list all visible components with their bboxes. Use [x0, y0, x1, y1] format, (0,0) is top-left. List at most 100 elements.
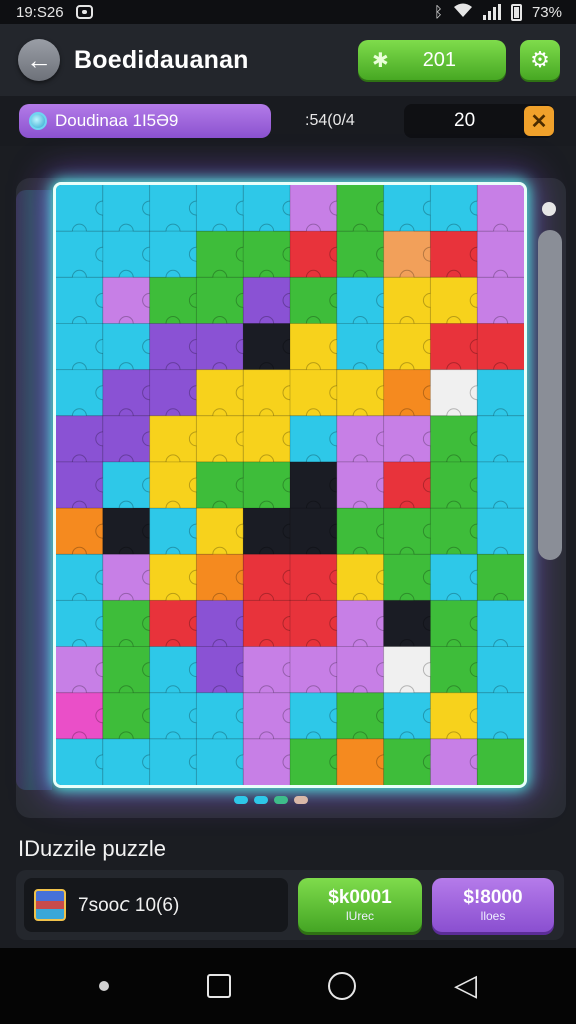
puzzle-piece[interactable]: [383, 415, 438, 470]
puzzle-piece[interactable]: [290, 738, 345, 785]
puzzle-piece[interactable]: [102, 508, 158, 562]
puzzle-piece[interactable]: [383, 185, 438, 239]
puzzle-piece[interactable]: [149, 415, 204, 470]
puzzle-piece[interactable]: [383, 277, 438, 331]
puzzle-piece[interactable]: [290, 185, 345, 239]
puzzle-piece[interactable]: [430, 415, 485, 470]
puzzle-piece[interactable]: [430, 185, 485, 239]
puzzle-grid[interactable]: [56, 185, 524, 785]
puzzle-piece[interactable]: [383, 231, 438, 285]
back-button[interactable]: ←: [18, 39, 60, 81]
puzzle-piece[interactable]: [290, 461, 345, 516]
puzzle-piece[interactable]: [336, 369, 392, 424]
puzzle-piece[interactable]: [149, 600, 204, 655]
puzzle-board[interactable]: [56, 185, 524, 785]
puzzle-piece[interactable]: [149, 692, 204, 747]
puzzle-piece[interactable]: [477, 692, 524, 747]
puzzle-piece[interactable]: [102, 738, 158, 785]
puzzle-piece[interactable]: [149, 369, 204, 424]
puzzle-piece[interactable]: [196, 461, 251, 516]
puzzle-piece[interactable]: [243, 231, 298, 285]
puzzle-piece[interactable]: [102, 415, 158, 470]
inventory-panel[interactable]: 7soo𝘤 10(6): [24, 878, 288, 932]
puzzle-piece[interactable]: [383, 369, 438, 424]
puzzle-piece[interactable]: [243, 277, 298, 331]
puzzle-piece[interactable]: [196, 692, 251, 747]
puzzle-piece[interactable]: [149, 277, 204, 331]
page-dot[interactable]: [254, 796, 268, 804]
puzzle-piece[interactable]: [336, 277, 392, 331]
puzzle-piece[interactable]: [477, 646, 524, 701]
puzzle-piece[interactable]: [243, 692, 298, 747]
puzzle-piece[interactable]: [290, 369, 345, 424]
puzzle-piece[interactable]: [383, 692, 438, 747]
puzzle-piece[interactable]: [430, 554, 485, 608]
puzzle-piece[interactable]: [290, 277, 345, 331]
puzzle-piece[interactable]: [149, 461, 204, 516]
puzzle-piece[interactable]: [243, 185, 298, 239]
puzzle-piece[interactable]: [290, 508, 345, 562]
puzzle-piece[interactable]: [243, 508, 298, 562]
puzzle-piece[interactable]: [290, 646, 345, 701]
puzzle-piece[interactable]: [383, 461, 438, 516]
puzzle-piece[interactable]: [102, 369, 158, 424]
puzzle-piece[interactable]: [430, 600, 485, 655]
puzzle-piece[interactable]: [243, 600, 298, 655]
puzzle-piece[interactable]: [243, 323, 298, 378]
puzzle-piece[interactable]: [56, 554, 111, 608]
puzzle-piece[interactable]: [56, 461, 111, 516]
coins-button[interactable]: ✱ 201: [358, 40, 506, 80]
puzzle-piece[interactable]: [56, 369, 111, 424]
puzzle-piece[interactable]: [102, 231, 158, 285]
puzzle-piece[interactable]: [290, 692, 345, 747]
puzzle-piece[interactable]: [196, 277, 251, 331]
puzzle-piece[interactable]: [336, 554, 392, 608]
puzzle-piece[interactable]: [243, 738, 298, 785]
puzzle-piece[interactable]: [477, 415, 524, 470]
puzzle-piece[interactable]: [383, 323, 438, 378]
puzzle-piece[interactable]: [196, 646, 251, 701]
puzzle-piece[interactable]: [149, 185, 204, 239]
puzzle-piece[interactable]: [477, 277, 524, 331]
puzzle-piece[interactable]: [243, 461, 298, 516]
puzzle-piece[interactable]: [243, 646, 298, 701]
puzzle-piece[interactable]: [102, 554, 158, 608]
puzzle-piece[interactable]: [430, 692, 485, 747]
puzzle-piece[interactable]: [383, 554, 438, 608]
puzzle-piece[interactable]: [477, 738, 524, 785]
puzzle-piece[interactable]: [149, 738, 204, 785]
buy-purple-button[interactable]: $!8000 lloes: [432, 878, 554, 932]
back-triangle-icon[interactable]: ◁: [454, 971, 477, 1001]
puzzle-piece[interactable]: [196, 369, 251, 424]
puzzle-piece[interactable]: [149, 323, 204, 378]
puzzle-piece[interactable]: [56, 231, 111, 285]
puzzle-piece[interactable]: [56, 185, 111, 239]
puzzle-piece[interactable]: [56, 415, 111, 470]
page-dot[interactable]: [294, 796, 308, 804]
puzzle-piece[interactable]: [149, 646, 204, 701]
puzzle-piece[interactable]: [196, 323, 251, 378]
puzzle-piece[interactable]: [336, 415, 392, 470]
puzzle-piece[interactable]: [196, 600, 251, 655]
puzzle-piece[interactable]: [290, 323, 345, 378]
puzzle-piece[interactable]: [477, 600, 524, 655]
puzzle-piece[interactable]: [149, 231, 204, 285]
puzzle-piece[interactable]: [430, 646, 485, 701]
puzzle-piece[interactable]: [430, 231, 485, 285]
puzzle-piece[interactable]: [477, 554, 524, 608]
puzzle-piece[interactable]: [56, 277, 111, 331]
puzzle-piece[interactable]: [477, 231, 524, 285]
buy-green-button[interactable]: $k0001 lUrec: [298, 878, 422, 932]
puzzle-piece[interactable]: [102, 600, 158, 655]
puzzle-piece[interactable]: [243, 369, 298, 424]
puzzle-piece[interactable]: [336, 692, 392, 747]
piece-tray[interactable]: [16, 190, 52, 790]
puzzle-piece[interactable]: [477, 185, 524, 239]
puzzle-piece[interactable]: [196, 508, 251, 562]
puzzle-piece[interactable]: [56, 692, 111, 747]
puzzle-piece[interactable]: [336, 646, 392, 701]
close-button[interactable]: ✕: [524, 106, 554, 136]
puzzle-piece[interactable]: [336, 185, 392, 239]
puzzle-piece[interactable]: [336, 600, 392, 655]
level-pill[interactable]: Doudinaa 1I5Ə9: [19, 104, 271, 138]
